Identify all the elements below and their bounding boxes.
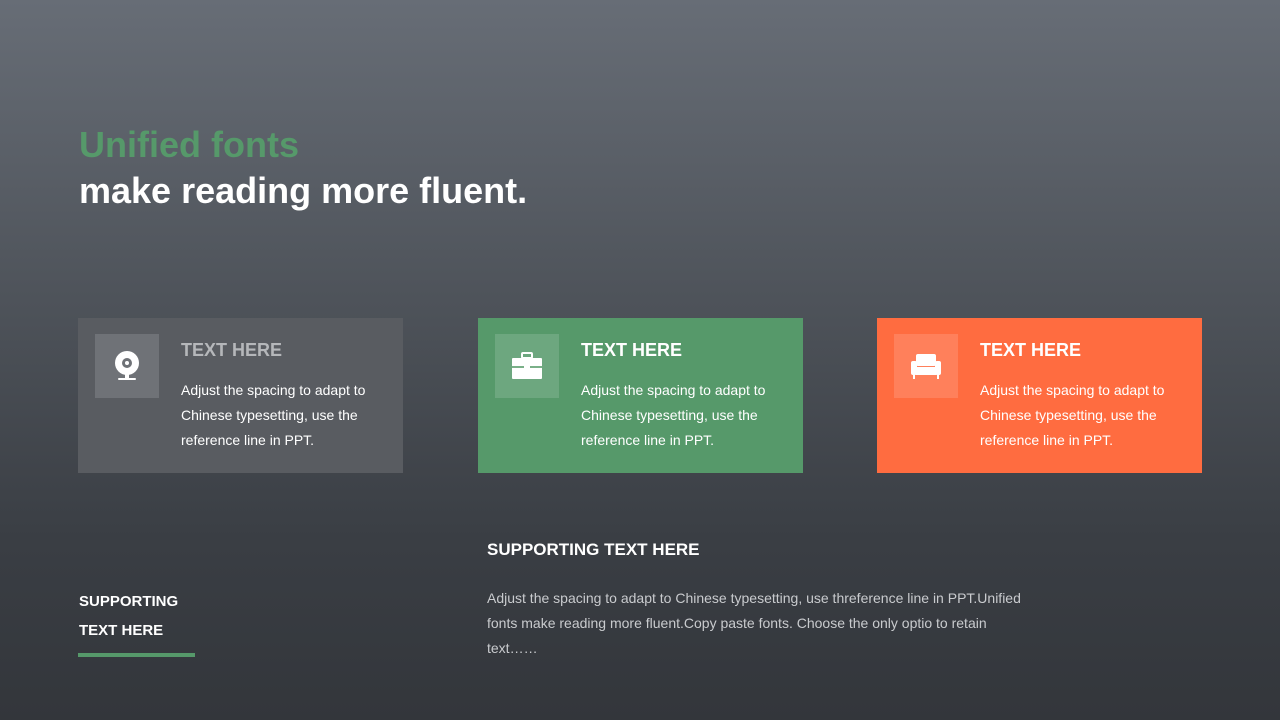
card-description: Adjust the spacing to adapt to Chinese t…: [181, 382, 366, 448]
webcam-icon: [95, 334, 159, 398]
supporting-heading: SUPPORTING TEXT HERE: [487, 540, 700, 559]
feature-card-3: TEXT HERE Adjust the spacing to adapt to…: [877, 318, 1202, 473]
supporting-label-line1: SUPPORTING: [79, 593, 179, 610]
card-title: TEXT HERE: [980, 340, 1082, 360]
supporting-underline: [78, 653, 195, 657]
card-description: Adjust the spacing to adapt to Chinese t…: [581, 382, 766, 448]
feature-card-1: TEXT HERE Adjust the spacing to adapt to…: [78, 318, 403, 473]
supporting-label: SUPPORTING TEXT HERE: [79, 587, 178, 645]
supporting-body-text: Adjust the spacing to adapt to Chinese t…: [487, 590, 1021, 656]
card-title: TEXT HERE: [181, 340, 283, 360]
card-description: Adjust the spacing to adapt to Chinese t…: [980, 382, 1165, 448]
title-subline: make reading more fluent.: [79, 170, 528, 211]
slide-title: Unified fonts make reading more fluent.: [79, 122, 527, 214]
feature-card-2: TEXT HERE Adjust the spacing to adapt to…: [478, 318, 803, 473]
card-title: TEXT HERE: [581, 340, 683, 360]
supporting-label-line2: TEXT HERE: [79, 622, 164, 639]
title-highlight: Unified fonts: [79, 124, 299, 165]
armchair-icon: [894, 334, 958, 398]
toolbox-icon: [495, 334, 559, 398]
